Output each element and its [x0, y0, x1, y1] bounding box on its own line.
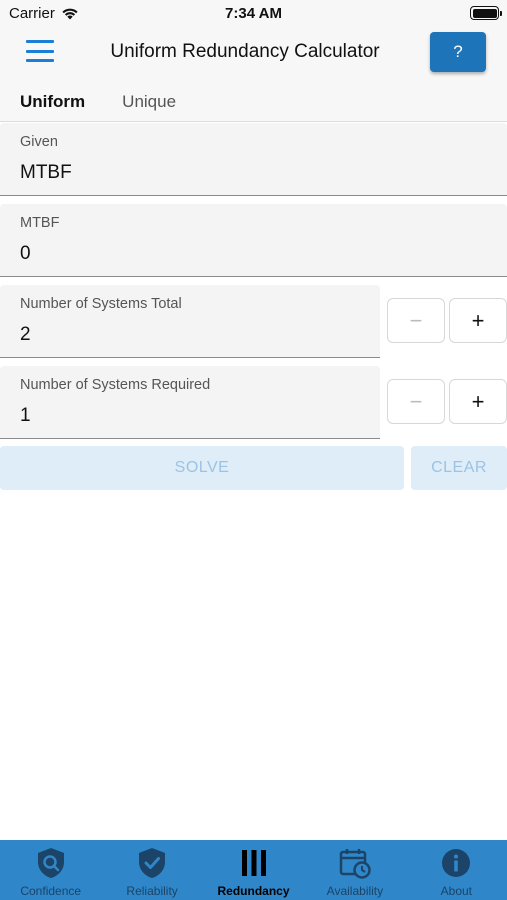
nav-label-redundancy: Redundancy: [217, 884, 290, 898]
shield-search-icon: [34, 846, 68, 880]
systems-required-decrement-button[interactable]: −: [387, 379, 445, 424]
nav-item-about[interactable]: About: [406, 840, 507, 900]
app-bar: Uniform Redundancy Calculator ?: [0, 28, 507, 78]
systems-required-increment-button[interactable]: +: [449, 379, 507, 424]
nav-label-confidence: Confidence: [20, 884, 82, 898]
systems-required-value: 1: [20, 405, 31, 426]
tab-unique[interactable]: Unique: [122, 78, 176, 121]
systems-total-value: 2: [20, 324, 31, 345]
mtbf-label: MTBF: [20, 215, 60, 231]
nav-item-availability[interactable]: Availability: [304, 840, 405, 900]
systems-required-field[interactable]: Number of Systems Required 1: [0, 366, 380, 439]
bars-icon: [237, 846, 271, 880]
nav-item-confidence[interactable]: Confidence: [0, 840, 101, 900]
nav-item-redundancy[interactable]: Redundancy: [203, 840, 304, 900]
given-value: MTBF: [20, 162, 72, 183]
systems-total-increment-button[interactable]: +: [449, 298, 507, 343]
status-bar: Carrier 7:34 AM: [0, 0, 507, 28]
solve-button[interactable]: SOLVE: [0, 446, 404, 490]
help-button[interactable]: ?: [430, 32, 486, 72]
calculator-tabs: Uniform Unique: [0, 78, 507, 122]
nav-label-reliability: Reliability: [126, 884, 178, 898]
shield-check-icon: [135, 846, 169, 880]
systems-total-label: Number of Systems Total: [20, 296, 182, 312]
mtbf-value: 0: [20, 243, 31, 264]
clear-button[interactable]: CLEAR: [411, 446, 507, 490]
calendar-clock-icon: [338, 846, 372, 880]
systems-total-decrement-button[interactable]: −: [387, 298, 445, 343]
nav-label-about: About: [440, 884, 472, 898]
battery-icon: [470, 6, 502, 20]
given-label: Given: [20, 134, 58, 150]
tab-uniform[interactable]: Uniform: [20, 78, 85, 121]
nav-item-reliability[interactable]: Reliability: [101, 840, 202, 900]
nav-label-availability: Availability: [326, 884, 384, 898]
given-select[interactable]: Given MTBF: [0, 123, 507, 196]
systems-required-label: Number of Systems Required: [20, 377, 211, 393]
info-icon: [439, 846, 473, 880]
status-time: 7:34 AM: [225, 5, 282, 22]
mtbf-field[interactable]: MTBF 0: [0, 204, 507, 277]
bottom-navigation: Confidence Reliability Redundancy Availa…: [0, 840, 507, 900]
systems-total-field[interactable]: Number of Systems Total 2: [0, 285, 380, 358]
page-title: Uniform Redundancy Calculator: [110, 41, 380, 62]
